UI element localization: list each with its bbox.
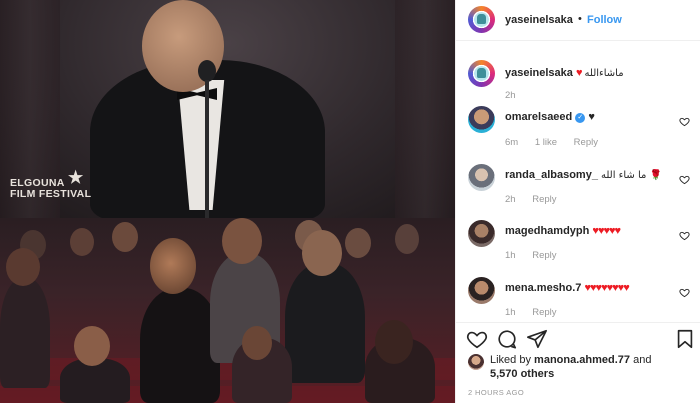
reply-button[interactable]: Reply xyxy=(532,250,556,261)
heart-icon[interactable] xyxy=(466,328,488,350)
comment-text: ♥♥♥♥♥♥♥♥ xyxy=(584,282,629,294)
comment-row: magedhamdyph ♥♥♥♥♥ xyxy=(505,225,621,237)
actions-divider xyxy=(456,322,700,323)
microphone xyxy=(198,60,216,82)
likes-prefix: Liked by xyxy=(490,354,531,366)
verified-icon: ✓ xyxy=(575,113,586,123)
heart-icon: ♥ xyxy=(575,67,582,79)
likes-text: Liked by manona.ahmed.77 and 5,570 other… xyxy=(490,353,651,381)
comment-time: 6m xyxy=(505,137,519,148)
audience-head xyxy=(395,224,419,254)
reply-button[interactable]: Reply xyxy=(574,137,598,148)
woman-body xyxy=(140,288,220,403)
share-icon[interactable] xyxy=(526,328,548,350)
commenter-avatar[interactable] xyxy=(468,164,495,191)
comment-username[interactable]: magedhamdyph xyxy=(505,225,589,237)
like-comment-heart-icon[interactable] xyxy=(679,230,690,241)
left-woman-body xyxy=(0,278,50,388)
front-man-head xyxy=(74,326,110,366)
like-comment-heart-icon[interactable] xyxy=(679,287,690,298)
front-center-head xyxy=(242,326,272,360)
comment-row: omarelsaeed ✓ ♥ xyxy=(505,111,595,123)
comment-username[interactable]: randa_albasomy_ xyxy=(505,169,598,181)
man-tux-body xyxy=(285,263,365,383)
logo-line-2: FILM FESTIVAL xyxy=(10,188,92,200)
author-avatar[interactable] xyxy=(468,6,495,33)
likes-count[interactable]: 5,570 others xyxy=(490,368,554,380)
author-username[interactable]: yaseinelsaka xyxy=(505,14,573,26)
comment-meta: 1h Reply xyxy=(505,307,571,318)
caption-username[interactable]: yaseinelsaka xyxy=(505,67,573,79)
commenter-avatar[interactable] xyxy=(468,220,495,247)
caption-time: 2h xyxy=(505,90,516,101)
action-bar xyxy=(456,328,700,352)
audience-head xyxy=(70,228,94,256)
liker-avatar[interactable] xyxy=(468,354,484,370)
comment-meta: 2h Reply xyxy=(505,194,571,205)
left-woman-head xyxy=(6,248,40,286)
caption-avatar[interactable] xyxy=(468,60,495,87)
audience-head xyxy=(112,222,138,252)
commenter-avatar[interactable] xyxy=(468,277,495,304)
comment-username[interactable]: mena.mesho.7 xyxy=(505,282,581,294)
festival-logo: ★ ELGOUNA FILM FESTIVAL xyxy=(10,169,95,200)
man-head xyxy=(222,218,262,264)
post-sidebar: yaseinelsaka • Follow yaseinelsaka ♥ ماش… xyxy=(455,0,700,403)
like-comment-heart-icon[interactable] xyxy=(679,116,690,127)
likes-and: and xyxy=(633,354,652,366)
star-icon: ★ xyxy=(68,168,84,187)
reply-button[interactable]: Reply xyxy=(532,307,556,318)
post-timestamp[interactable]: 2 HOURS AGO xyxy=(468,388,524,397)
comment-meta: 6m 1 like Reply xyxy=(505,137,612,148)
separator-dot: • xyxy=(578,13,582,25)
comment-text: ما شاء الله 🌹 xyxy=(601,170,663,181)
woman-head xyxy=(150,238,196,294)
post-media[interactable]: ★ ELGOUNA FILM FESTIVAL xyxy=(0,0,455,403)
reply-button[interactable]: Reply xyxy=(532,194,556,205)
comment-username[interactable]: omarelsaeed xyxy=(505,111,572,123)
comment-row: randa_albasomy_ ما شاء الله 🌹 xyxy=(505,169,662,181)
bookmark-icon[interactable] xyxy=(674,328,696,350)
follow-button[interactable]: Follow xyxy=(587,14,622,26)
comment-icon[interactable] xyxy=(496,328,518,350)
commenter-avatar[interactable] xyxy=(468,106,495,133)
man-tux-head xyxy=(302,230,342,276)
header-divider xyxy=(456,40,700,41)
comment-time: 2h xyxy=(505,194,516,205)
liker-username[interactable]: manona.ahmed.77 xyxy=(534,354,630,366)
comment-time: 1h xyxy=(505,250,516,261)
stage-photo: ★ ELGOUNA FILM FESTIVAL xyxy=(0,0,455,220)
audience-head xyxy=(345,228,371,258)
comment-text: ♥ xyxy=(588,111,595,123)
audience-photo xyxy=(0,218,455,403)
caption-text: ماشاءالله xyxy=(584,68,624,79)
like-comment-heart-icon[interactable] xyxy=(679,174,690,185)
comment-meta: 1h Reply xyxy=(505,250,571,261)
comment-likes[interactable]: 1 like xyxy=(535,137,557,148)
seated-woman-head xyxy=(375,320,413,364)
comment-text: ♥♥♥♥♥ xyxy=(592,225,621,237)
caption-row: yaseinelsaka ♥ ماشاءالله xyxy=(505,67,624,79)
comment-time: 1h xyxy=(505,307,516,318)
curtain-right xyxy=(395,0,455,218)
comment-row: mena.mesho.7 ♥♥♥♥♥♥♥♥ xyxy=(505,282,630,294)
microphone-stand xyxy=(205,80,209,218)
